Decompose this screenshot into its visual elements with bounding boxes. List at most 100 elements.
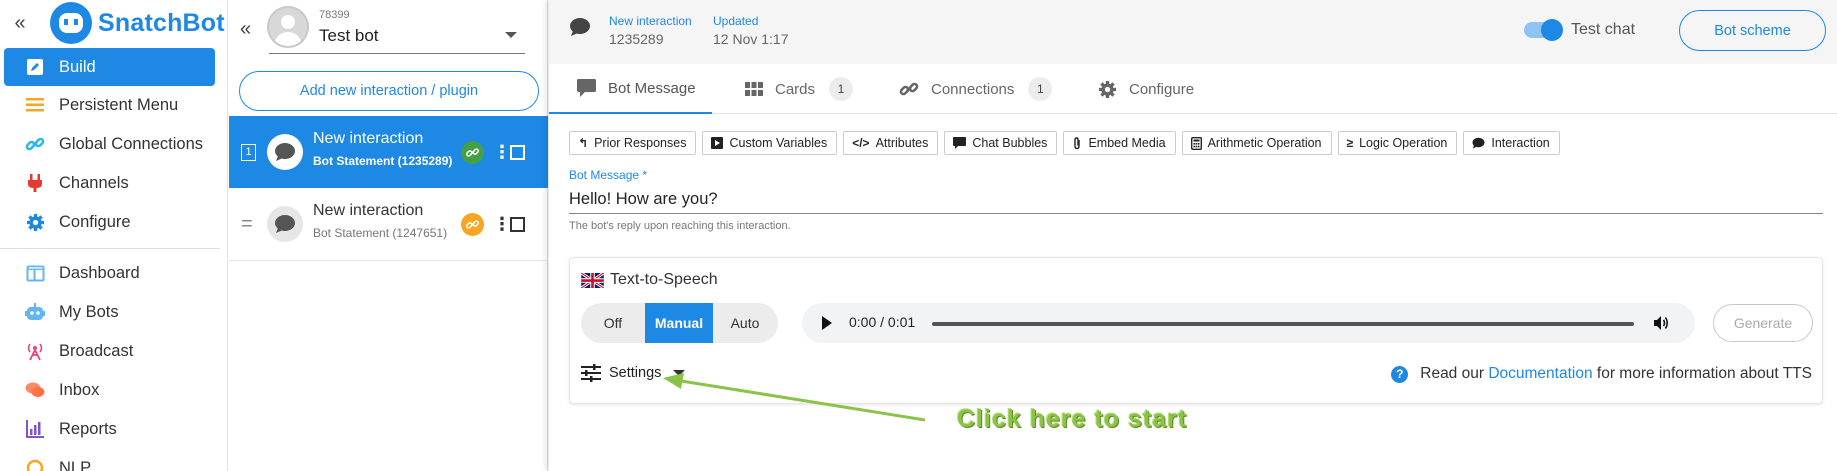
nav-item-build[interactable]: Build: [4, 48, 215, 86]
left-nav: « SnatchBot Build Persistent Menu Global…: [0, 0, 228, 471]
bot-message-hint: The bot's reply upon reaching this inter…: [569, 220, 791, 232]
bot-scheme-button[interactable]: Bot scheme: [1679, 10, 1826, 51]
nav-item-dashboard[interactable]: Dashboard: [4, 254, 215, 292]
nav-item-channels[interactable]: Channels: [4, 164, 215, 202]
interaction-title: New interaction: [313, 202, 424, 219]
uk-flag-icon: [581, 273, 604, 288]
nav-item-persistent-menu[interactable]: Persistent Menu: [4, 86, 215, 124]
doc-prefix: Read our: [1420, 365, 1485, 382]
chat-bubbles-button[interactable]: Chat Bubbles: [944, 131, 1058, 155]
collapse-nav-icon[interactable]: «: [10, 12, 30, 35]
editor-tabs: Bot Message Cards 1 Connections 1 Config…: [549, 64, 1837, 114]
tts-settings-toggle[interactable]: Settings: [581, 364, 686, 382]
link-icon: [899, 79, 919, 99]
tab-label: Bot Message: [608, 79, 696, 97]
arithmetic-operation-button[interactable]: Arithmetic Operation: [1181, 131, 1332, 155]
calculator-icon: [1190, 136, 1202, 150]
speech-bubble-icon: [569, 17, 591, 42]
nav-label: Broadcast: [59, 341, 134, 360]
logic-operation-button[interactable]: ≥ Logic Operation: [1337, 131, 1458, 155]
prior-responses-button[interactable]: ↰ Prior Responses: [569, 131, 697, 155]
audio-progress-bar[interactable]: [932, 322, 1634, 326]
bot-selector[interactable]: 78399 Test bot: [269, 6, 525, 54]
interaction-row[interactable]: = New interaction Bot Statement (1247651…: [229, 188, 548, 260]
settings-label: Settings: [609, 365, 662, 381]
tts-mode-off[interactable]: Off: [581, 303, 645, 343]
nav-label: Persistent Menu: [59, 95, 179, 114]
nav-label: Reports: [59, 419, 117, 438]
nav-item-inbox[interactable]: Inbox: [4, 371, 215, 409]
test-chat-toggle[interactable]: [1524, 19, 1563, 41]
tts-card: Text-to-Speech Off Manual Auto 0:00 / 0:…: [569, 257, 1823, 404]
interaction-number: 1: [241, 143, 256, 161]
tts-mode-selector: Off Manual Auto: [581, 303, 778, 343]
interaction-name-label: New interaction: [609, 14, 692, 28]
nav-item-reports[interactable]: Reports: [4, 410, 215, 448]
doc-suffix: for more information about TTS: [1596, 365, 1812, 382]
interaction-button[interactable]: Interaction: [1463, 131, 1560, 155]
select-checkbox[interactable]: [510, 144, 525, 160]
brand-logo[interactable]: SnatchBot: [50, 2, 225, 44]
tab-label: Connections: [931, 80, 1015, 98]
message-icon: [577, 79, 596, 97]
plug-icon: [25, 173, 45, 193]
test-chat-label: Test chat: [1571, 21, 1636, 38]
drag-handle-icon[interactable]: =: [241, 213, 253, 236]
nav-item-global-connections[interactable]: Global Connections: [4, 125, 215, 163]
editor-header: New interaction 1235289 Updated 12 Nov 1…: [549, 0, 1837, 64]
more-options-icon[interactable]: ⋮: [493, 142, 511, 163]
attributes-button[interactable]: </> Attributes: [843, 131, 939, 155]
interaction-row[interactable]: 1 New interaction Bot Statement (1235289…: [229, 116, 548, 188]
tab-badge: 1: [829, 77, 854, 101]
tab-configure[interactable]: Configure: [1098, 64, 1194, 114]
nav-label: Global Connections: [59, 134, 204, 153]
tab-cards[interactable]: Cards 1: [745, 64, 854, 114]
nav-item-broadcast[interactable]: Broadcast: [4, 332, 215, 370]
collapse-panel-icon[interactable]: «: [240, 18, 251, 41]
tts-mode-manual[interactable]: Manual: [645, 303, 713, 343]
volume-icon[interactable]: [1652, 314, 1670, 337]
bot-message-label: Bot Message *: [569, 168, 648, 182]
add-interaction-button[interactable]: Add new interaction / plugin: [239, 71, 539, 111]
more-options-icon[interactable]: ⋮: [493, 214, 511, 235]
link-icon: [25, 134, 45, 154]
toolbar-label: Interaction: [1491, 136, 1550, 150]
audio-player: 0:00 / 0:01: [802, 303, 1695, 343]
gear-icon: [25, 212, 45, 232]
toolbar-label: Prior Responses: [594, 136, 687, 150]
annotation-text: Click here to start: [957, 405, 1188, 433]
interaction-id: 1235289: [609, 31, 664, 47]
generate-button[interactable]: Generate: [1713, 304, 1813, 342]
nav-item-configure[interactable]: Configure: [4, 203, 215, 241]
tts-mode-auto[interactable]: Auto: [713, 303, 777, 343]
tts-title: Text-to-Speech: [610, 271, 718, 288]
speech-bubble-icon: [1472, 137, 1485, 149]
play-icon[interactable]: [822, 316, 832, 330]
tab-connections[interactable]: Connections 1: [899, 64, 1053, 114]
nav-item-nlp[interactable]: NLP: [4, 449, 215, 471]
bot-message-input[interactable]: Hello! How are you?: [569, 190, 1823, 214]
reply-icon: ↰: [578, 136, 589, 150]
nlp-icon: [25, 458, 45, 471]
tab-label: Configure: [1129, 80, 1195, 98]
nav-label: NLP: [59, 458, 92, 471]
custom-variables-button[interactable]: Custom Variables: [702, 131, 838, 155]
nav-item-my-bots[interactable]: My Bots: [4, 293, 215, 331]
gear-icon: [1098, 80, 1117, 99]
link-icon[interactable]: [461, 212, 484, 236]
toolbar-label: Logic Operation: [1359, 136, 1448, 150]
link-icon[interactable]: [461, 140, 484, 164]
documentation-link[interactable]: Documentation: [1488, 365, 1592, 383]
tab-bot-message[interactable]: Bot Message: [549, 64, 712, 114]
tab-label: Cards: [775, 80, 816, 98]
speech-bubble-icon: [267, 134, 303, 170]
comment-icon: [953, 137, 967, 149]
chat-icon: [25, 380, 45, 400]
toolbar-label: Attributes: [875, 136, 929, 150]
nav-label: Dashboard: [59, 263, 140, 282]
interaction-subtitle: Bot Statement (1247651): [313, 226, 448, 240]
interaction-subtitle: Bot Statement (1235289): [313, 154, 453, 168]
embed-media-button[interactable]: Embed Media: [1063, 131, 1176, 155]
sliders-icon: [581, 364, 601, 382]
select-checkbox[interactable]: [510, 216, 525, 232]
